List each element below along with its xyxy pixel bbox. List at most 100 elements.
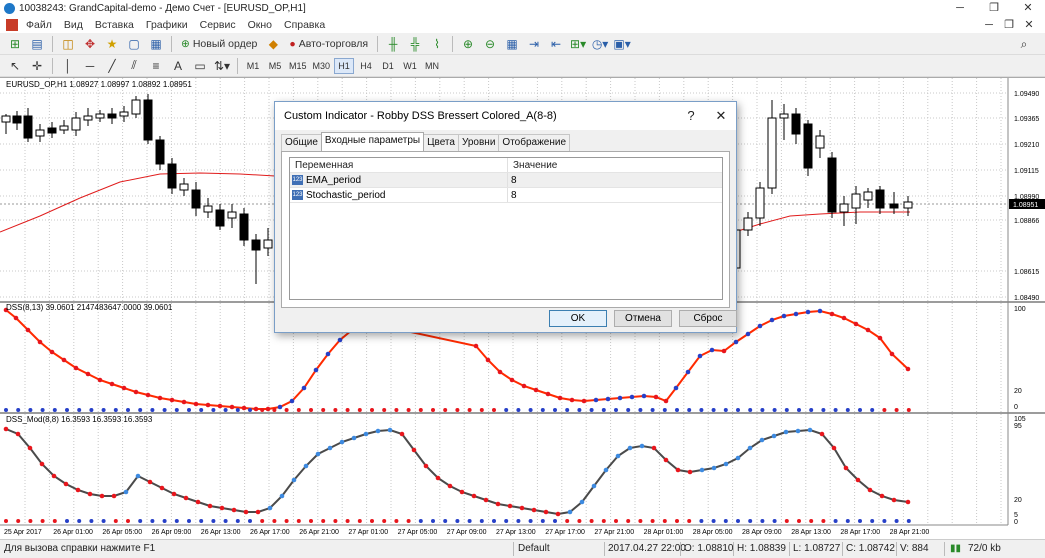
menu-view[interactable]: Вид (64, 19, 83, 31)
dialog-help-button[interactable]: ? (676, 102, 706, 130)
dss-mod-baseline-dot (345, 519, 350, 523)
tf-m5[interactable]: M5 (265, 58, 285, 74)
tab-common[interactable]: Общие (281, 134, 322, 151)
dss-mod-baseline-dot (845, 519, 850, 523)
auto-trading-button[interactable]: ● Авто-торговля (286, 35, 371, 53)
child-restore-button[interactable]: ❐ (999, 17, 1019, 33)
navigator-icon[interactable]: ★ (103, 35, 121, 53)
param-value[interactable]: 8 (508, 173, 722, 187)
tile-windows-icon[interactable]: ▦ (503, 35, 521, 53)
time-tick-label: 28 Apr 05:00 (693, 529, 733, 536)
chart-shift-icon[interactable]: ⇥ (525, 35, 543, 53)
text-tool-icon[interactable]: A (169, 57, 187, 75)
crosshair-icon[interactable]: ✛ (28, 57, 46, 75)
templates-icon[interactable]: ▣▾ (613, 35, 631, 53)
label-tool-icon[interactable]: ▭ (191, 57, 209, 75)
horizontal-line-icon[interactable]: ─ (81, 57, 99, 75)
profiles-icon[interactable]: ▤ (28, 35, 46, 53)
dss-dot (817, 308, 823, 314)
tf-h4[interactable]: H4 (356, 58, 376, 74)
candle-body (35, 129, 45, 137)
candle-body (203, 205, 213, 213)
candle-body (889, 203, 899, 209)
dss-baseline-dot (382, 408, 387, 412)
search-icon[interactable]: ⌕ (1015, 35, 1033, 53)
minimize-button[interactable]: ─ (943, 0, 977, 16)
tf-d1[interactable]: D1 (378, 58, 398, 74)
col-value[interactable]: Значение (508, 158, 722, 172)
data-window-icon[interactable]: ✥ (81, 35, 99, 53)
tab-inputs[interactable]: Входные параметры (320, 132, 425, 151)
channel-icon[interactable]: ⫽ (125, 57, 143, 75)
reset-button[interactable]: Сброс (679, 310, 737, 327)
dialog-title: Custom Indicator - Robby DSS Bressert Co… (284, 110, 557, 122)
arrows-icon[interactable]: ⇅▾ (213, 57, 231, 75)
menu-file[interactable]: Файл (26, 19, 52, 31)
market-watch-icon[interactable]: ◫ (59, 35, 77, 53)
candle-body (47, 127, 57, 134)
tf-m30[interactable]: M30 (311, 58, 333, 74)
autoscroll-icon[interactable]: ⇤ (547, 35, 565, 53)
tab-visualization[interactable]: Отображение (498, 134, 571, 151)
dss-mod-baseline-dot (760, 519, 765, 523)
dss-dot (217, 403, 223, 409)
line-chart-icon[interactable]: ⌇ (428, 35, 446, 53)
menu-help[interactable]: Справка (284, 19, 325, 31)
zoom-in-icon[interactable]: ⊕ (459, 35, 477, 53)
param-value[interactable]: 8 (508, 188, 722, 202)
dialog-tabs: Общие Входные параметры Цвета Уровни Ото… (281, 132, 571, 152)
dss-baseline-dot (443, 408, 448, 412)
dss-mod-dot (243, 509, 249, 515)
ok-button[interactable]: OK (549, 310, 607, 327)
terminal-icon[interactable]: ▢ (125, 35, 143, 53)
child-close-button[interactable]: ✕ (1019, 17, 1039, 33)
fibonacci-icon[interactable]: ≡ (147, 57, 165, 75)
col-variable[interactable]: Переменная (290, 158, 508, 172)
dss-mod-baseline-dot (784, 519, 789, 523)
dss-dot (793, 311, 799, 317)
vertical-line-icon[interactable]: │ (59, 57, 77, 75)
indicators-icon[interactable]: ⊞▾ (569, 35, 587, 53)
status-profile[interactable]: Default (518, 543, 550, 554)
tab-colors[interactable]: Цвета (423, 134, 459, 151)
dss-mod-baseline-dot (113, 519, 118, 523)
candlestick-icon[interactable]: ╬ (406, 35, 424, 53)
tf-w1[interactable]: W1 (400, 58, 420, 74)
dss-mod-baseline-dot (370, 519, 374, 523)
cursor-icon[interactable]: ↖ (6, 57, 24, 75)
dialog-close-button[interactable]: ✕ (706, 102, 736, 130)
menu-charts[interactable]: Графики (146, 19, 188, 31)
periods-icon[interactable]: ◷▾ (591, 35, 609, 53)
tf-m15[interactable]: M15 (287, 58, 309, 74)
tf-mn[interactable]: MN (422, 58, 442, 74)
param-row[interactable]: 123 Stochastic_period 8 (290, 188, 722, 203)
dss-dot (769, 317, 775, 323)
menu-tools[interactable]: Сервис (200, 19, 236, 31)
zoom-out-icon[interactable]: ⊖ (481, 35, 499, 53)
tf-h1[interactable]: H1 (334, 57, 355, 74)
trend-line-icon[interactable]: ╱ (103, 57, 121, 75)
child-minimize-button[interactable]: ─ (979, 17, 999, 33)
param-row[interactable]: 123 EMA_period 8 (290, 173, 722, 188)
cancel-button[interactable]: Отмена (614, 310, 672, 327)
dss-mod-dot (747, 445, 753, 451)
menu-insert[interactable]: Вставка (95, 19, 134, 31)
new-chart-icon[interactable]: ⊞ (6, 35, 24, 53)
menu-window[interactable]: Окно (248, 19, 272, 31)
dss-baseline-dot (345, 408, 350, 412)
dss-baseline-dot (577, 408, 582, 412)
dss-baseline-dot (272, 408, 277, 412)
tab-levels[interactable]: Уровни (457, 134, 500, 151)
bar-chart-icon[interactable]: ╫ (384, 35, 402, 53)
maximize-button[interactable]: ❐ (977, 0, 1011, 16)
tf-m1[interactable]: M1 (243, 58, 263, 74)
dss-dot (157, 395, 163, 401)
time-tick-label: 26 Apr 09:00 (152, 529, 192, 536)
strategy-tester-icon[interactable]: ▦ (147, 35, 165, 53)
close-button[interactable]: ✕ (1011, 0, 1045, 16)
dss-dot (581, 398, 587, 404)
dss-baseline-dot (467, 408, 472, 412)
metaeditor-icon[interactable]: ◆ (264, 35, 282, 53)
new-order-button[interactable]: ⊕ Новый ордер (178, 35, 260, 53)
time-tick-label: 27 Apr 17:00 (545, 529, 585, 536)
